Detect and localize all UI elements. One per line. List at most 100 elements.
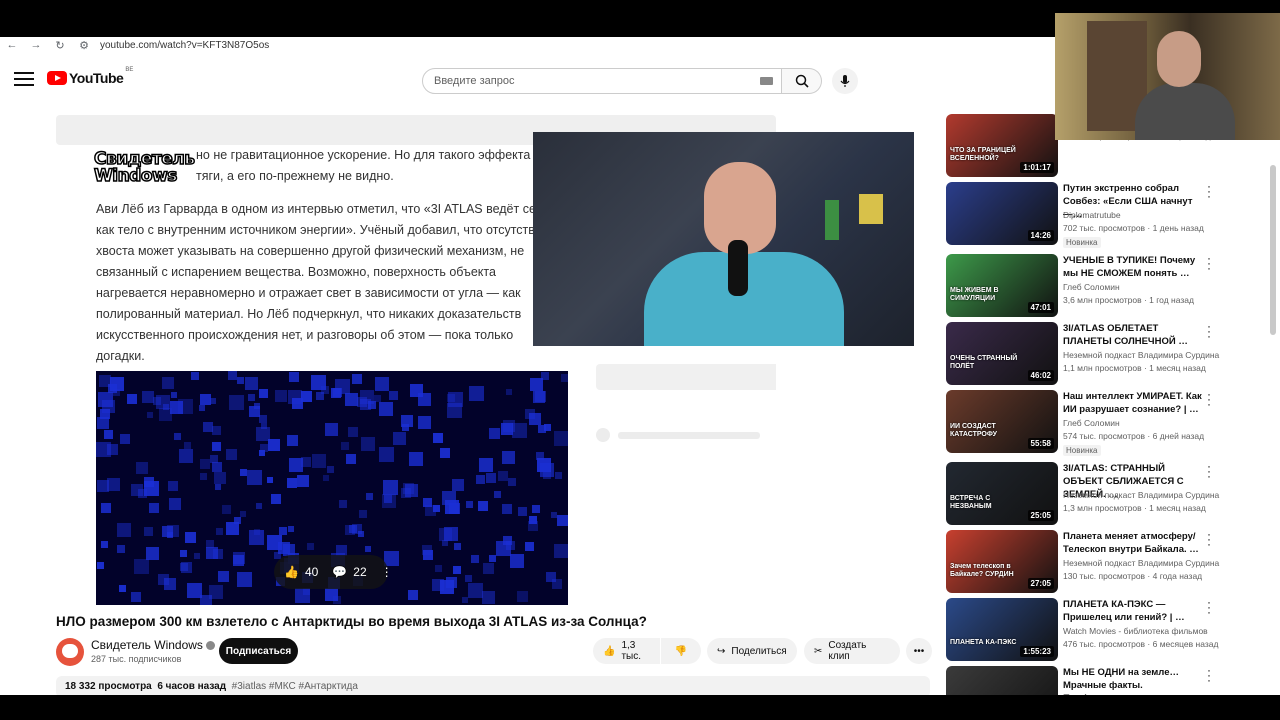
sidebar-video-item[interactable]: 14:26 Путин экстренно собрал Совбез: «Есл…	[946, 180, 1226, 248]
thumbs-up-icon[interactable]: 👍	[284, 565, 299, 579]
more-vertical-icon[interactable]: · · ·	[1204, 180, 1214, 202]
noise-pixel	[447, 403, 462, 418]
video-thumbnail[interactable]: ПЛАНЕТА КА-ПЭКС 1:55:23	[946, 598, 1058, 661]
noise-pixel	[307, 543, 314, 550]
video-title[interactable]: Планета меняет атмосферу/ Телескоп внутр…	[1063, 530, 1203, 556]
sidebar-video-item[interactable]: ИИ СОЗДАСТ КАТАСТРОФУ 55:58 Наш интеллект …	[946, 388, 1226, 456]
comment-icon[interactable]: 💬	[332, 565, 347, 579]
video-thumbnail[interactable]: ЧТО ЗА ГРАНИЦЕЙ ВСЕЛЕННОЙ? 1:01:17	[946, 114, 1058, 177]
more-vertical-icon[interactable]: · · ·	[1204, 460, 1214, 482]
noise-pixel	[358, 531, 364, 537]
video-thumbnail[interactable]: ОЧЕНЬ СТРАННЫЙ ПОЛЁТ 46:02	[946, 322, 1058, 385]
noise-pixel	[259, 450, 265, 456]
voice-search-button[interactable]	[832, 68, 858, 94]
video-thumbnail[interactable]: 14:26	[946, 182, 1058, 245]
video-thumbnail[interactable]: ВСТРЕЧА С НЕЗВАНЫМ 25:05	[946, 462, 1058, 525]
noise-pixel	[288, 390, 302, 404]
noise-pixel	[333, 596, 341, 604]
scrollbar[interactable]	[1270, 165, 1276, 335]
noise-pixel	[312, 454, 326, 468]
video-meta: 130 тыс. просмотров · 4 года назад	[1063, 571, 1203, 581]
noise-pixel	[478, 501, 488, 511]
url-field[interactable]: youtube.com/watch?v=KFT3N87O5os	[100, 40, 269, 51]
sidebar-video-item[interactable]: ПЛАНЕТА КА-ПЭКС 1:55:23 ПЛАНЕТА КА-ПЭКС — …	[946, 596, 1226, 662]
video-title[interactable]: Наш интеллект УМИРАЕТ. Как ИИ разрушает …	[1063, 390, 1203, 416]
noise-pixel	[466, 501, 473, 508]
menu-icon[interactable]	[14, 72, 34, 88]
more-vertical-icon[interactable]: · · ·	[1204, 596, 1214, 618]
noise-pixel	[525, 542, 534, 551]
hashtags[interactable]: #3iatlas #МКС #Антарктида	[232, 681, 358, 692]
noise-pixel	[551, 512, 557, 518]
search-input[interactable]: Введите запрос	[422, 68, 782, 94]
noise-pixel	[267, 535, 282, 550]
dislike-button[interactable]: 👎	[661, 638, 701, 664]
noise-pixel	[185, 532, 196, 543]
video-title[interactable]: 3I/ATLAS ОБЛЕТАЕТ ПЛАНЕТЫ СОЛНЕЧНОЙ …	[1063, 322, 1203, 348]
duration-badge: 25:05	[1027, 510, 1054, 521]
noise-pixel	[117, 545, 125, 553]
share-button[interactable]: ↪ Поделиться	[707, 638, 797, 664]
noise-pixel	[482, 591, 495, 604]
video-thumbnail[interactable]	[946, 666, 1058, 695]
noise-pixel	[374, 395, 381, 402]
comment-count: 22	[353, 565, 367, 579]
sidebar-video-item[interactable]: Мы НЕ ОДНИ на земле… Мрачные факты. Проф…	[946, 664, 1226, 695]
more-vertical-icon[interactable]: · · ·	[1204, 252, 1214, 274]
sidebar-video-item[interactable]: ОЧЕНЬ СТРАННЫЙ ПОЛЁТ 46:02 3I/ATLAS ОБЛЕТА…	[946, 320, 1226, 386]
back-icon[interactable]: ←	[0, 39, 24, 51]
like-button[interactable]: 👍 1,3 тыс.	[593, 638, 660, 664]
search-button[interactable]	[782, 68, 822, 94]
noise-pixel	[97, 480, 109, 492]
channel-name[interactable]: Глеб Соломин	[1063, 282, 1120, 292]
like-count: 1,3 тыс.	[621, 640, 641, 662]
video-thumbnail[interactable]: Зачем телескоп в Байкале? СУРДИН 27:05	[946, 530, 1058, 593]
sidebar-video-item[interactable]: ВСТРЕЧА С НЕЗВАНЫМ 25:05 3I/ATLAS: СТРАННЫ…	[946, 460, 1226, 526]
description-box[interactable]: 18 332 просмотра 6 часов назад #3iatlas …	[56, 676, 930, 695]
noise-pixel	[333, 388, 342, 397]
duration-badge: 1:55:23	[1020, 646, 1054, 657]
forward-icon[interactable]: →	[24, 39, 48, 51]
more-actions-button[interactable]: •••	[906, 638, 932, 664]
keyboard-icon[interactable]	[760, 77, 773, 85]
youtube-logo[interactable]: YouTube BE	[47, 67, 134, 86]
more-vertical-icon[interactable]: · · ·	[1204, 320, 1214, 342]
subscribe-button[interactable]: Подписаться	[219, 638, 298, 664]
noise-pixel	[349, 525, 357, 533]
viewer-body	[1135, 83, 1235, 140]
noise-pixel	[199, 405, 205, 411]
noise-pixel	[530, 378, 543, 391]
channel-avatar[interactable]	[56, 638, 84, 666]
channel-name[interactable]: Глеб Соломин	[1063, 418, 1120, 428]
more-vertical-icon[interactable]: · · ·	[1204, 664, 1214, 686]
reload-icon[interactable]: ↻	[48, 39, 72, 52]
video-thumbnail[interactable]: ИИ СОЗДАСТ КАТАСТРОФУ 55:58	[946, 390, 1058, 453]
video-meta: 574 тыс. просмотров · 6 дней назад	[1063, 431, 1205, 441]
site-info-icon[interactable]: ⚙	[72, 39, 96, 52]
video-title[interactable]: Мы НЕ ОДНИ на земле… Мрачные факты. Проф…	[1063, 666, 1203, 695]
channel-name[interactable]: Свидетель Windows	[91, 638, 215, 652]
noise-pixel	[268, 439, 280, 451]
channel-name[interactable]: Неземной подкаст Владимира Сурдина	[1063, 350, 1219, 360]
channel-name[interactable]: Неземной подкаст Владимира Сурдина	[1063, 490, 1219, 500]
channel-name[interactable]: Watch Movies - библиотека фильмов	[1063, 626, 1208, 636]
more-vertical-icon[interactable]: · · ·	[1204, 528, 1214, 550]
sidebar-video-item[interactable]: МЫ ЖИВЕМ В СИМУЛЯЦИИ 47:01 УЧЕНЫЕ В ТУПИКЕ…	[946, 252, 1226, 318]
more-vertical-icon[interactable]: · · ·	[1204, 388, 1214, 410]
noise-pixel	[267, 477, 273, 483]
video-title[interactable]: УЧЕНЫЕ В ТУПИКЕ! Почему мы НЕ СМОЖЕМ пон…	[1063, 254, 1203, 280]
video-thumbnail[interactable]: МЫ ЖИВЕМ В СИМУЛЯЦИИ 47:01	[946, 254, 1058, 317]
create-clip-button[interactable]: ✂ Создать клип	[804, 638, 900, 664]
channel-name[interactable]: Неземной подкаст Владимира Сурдина	[1063, 558, 1219, 568]
noise-pixel	[149, 503, 159, 513]
video-meta: 1,1 млн просмотров · 1 месяц назад	[1063, 363, 1206, 373]
logo-country: BE	[125, 67, 134, 73]
noise-pixel	[418, 416, 431, 429]
noise-pixel	[409, 452, 423, 466]
noise-pixel	[233, 555, 244, 566]
sidebar-video-item[interactable]: Зачем телескоп в Байкале? СУРДИН 27:05 Пла…	[946, 528, 1226, 594]
channel-name[interactable]: Diplomatrutube	[1063, 210, 1121, 220]
video-title[interactable]: ПЛАНЕТА КА-ПЭКС — Пришелец или гений? | …	[1063, 598, 1203, 624]
noise-pixel	[169, 498, 181, 510]
more-icon[interactable]: ⋮	[381, 565, 393, 579]
